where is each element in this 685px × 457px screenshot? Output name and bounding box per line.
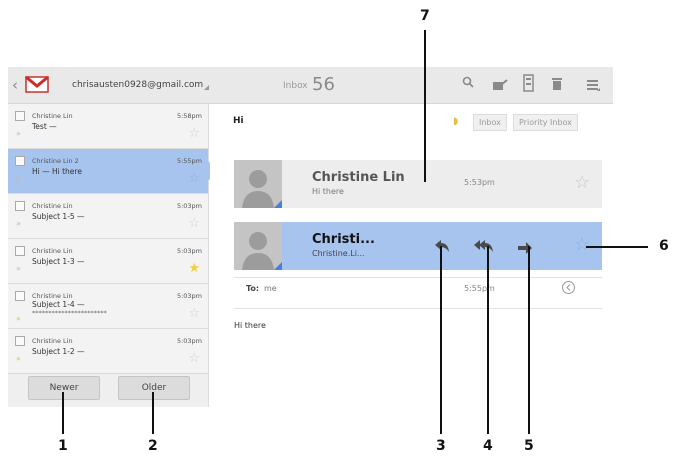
callout-1: 1 (58, 438, 68, 454)
callout-line-4 (487, 246, 489, 434)
list-item[interactable]: » Christine Lin Subject 1-4 — **********… (8, 284, 208, 329)
compose-icon[interactable] (492, 77, 508, 96)
unread-count: 56 (312, 74, 335, 95)
message-snippet: Hi there (312, 187, 344, 196)
row-checkbox[interactable] (15, 336, 25, 346)
row-time: 5:03pm (176, 202, 202, 210)
row-sender: Christine Lin (32, 292, 73, 300)
row-checkbox[interactable] (15, 156, 25, 166)
row-sender: Christine Lin (32, 112, 73, 120)
importance-marker-icon: » (16, 314, 21, 323)
row-snippet: *********************** (32, 309, 107, 317)
trash-icon[interactable] (552, 76, 562, 95)
importance-marker-icon: » (16, 174, 21, 183)
sender-name: Christine Lin (312, 170, 405, 185)
message-header[interactable]: Christine Lin Hi there 5:53pm ☆ (234, 160, 602, 208)
callout-6: 6 (659, 238, 669, 254)
menu-icon[interactable] (586, 77, 600, 96)
row-time: 5:55pm (176, 157, 202, 165)
row-time: 5:03pm (176, 292, 202, 300)
back-chevron-icon[interactable]: ‹ (12, 76, 18, 94)
conversation-list: » Christine Lin Test — 5:58pm ☆ » Christ… (8, 104, 218, 407)
row-checkbox[interactable] (15, 291, 25, 301)
callout-line-5 (528, 246, 530, 434)
reply-all-icon[interactable] (474, 238, 494, 257)
list-item[interactable]: » Christine Lin Subject 1-3 — 5:03pm ★ (8, 239, 208, 284)
list-item[interactable]: » Christine Lin 2 Hi — Hi there 5:55pm ☆ (8, 149, 218, 194)
reply-icon[interactable] (434, 238, 450, 257)
star-icon[interactable]: ☆ (188, 306, 200, 321)
label-inbox[interactable]: Inbox (473, 114, 507, 131)
row-sender: Christine Lin (32, 202, 73, 210)
sender-name: Christi... (312, 232, 375, 247)
row-subject: Hi — Hi there (32, 167, 82, 176)
callout-7: 7 (420, 8, 430, 24)
conversation-subject: Hi (233, 116, 244, 126)
search-icon[interactable] (462, 76, 475, 93)
message-time: 5:55pm (464, 284, 495, 293)
list-item[interactable]: » Christine Lin Test — 5:58pm ☆ (8, 104, 208, 149)
star-icon[interactable]: ★ (188, 261, 200, 276)
star-icon[interactable]: ☆ (188, 126, 200, 141)
chevron-right-icon: » (16, 129, 21, 138)
row-time: 5:03pm (176, 337, 202, 345)
row-subject: Subject 1-5 — (32, 212, 85, 221)
chevron-right-icon: » (16, 219, 21, 228)
callout-line-3 (440, 246, 442, 434)
message-header-selected[interactable]: Christi... Christine.Li... ☆ (234, 222, 602, 270)
list-item[interactable]: » Christine Lin Subject 1-5 — 5:03pm ☆ (8, 194, 208, 239)
gmail-logo-icon[interactable] (25, 75, 49, 93)
star-icon[interactable]: ☆ (188, 216, 200, 231)
star-icon[interactable]: ☆ (574, 234, 590, 255)
star-icon[interactable]: ☆ (188, 171, 200, 186)
callout-line-2 (152, 392, 154, 434)
callout-4: 4 (483, 438, 493, 454)
row-checkbox[interactable] (15, 201, 25, 211)
callout-line-7 (424, 30, 426, 182)
row-sender: Christine Lin (32, 247, 73, 255)
row-subject: Subject 1-2 — (32, 347, 85, 356)
callout-5: 5 (524, 438, 534, 454)
star-icon[interactable]: ☆ (188, 351, 200, 366)
callout-line-6 (586, 246, 648, 248)
newer-button[interactable]: Newer (28, 376, 100, 400)
older-button[interactable]: Older (118, 376, 190, 400)
row-sender: Christine Lin 2 (32, 157, 79, 165)
callout-3: 3 (436, 438, 446, 454)
row-checkbox[interactable] (15, 246, 25, 256)
top-bar: ‹ chrisausten0928@gmail.com Inbox 56 (8, 67, 613, 104)
avatar (234, 222, 282, 270)
message-pane: Hi ◗ Inbox Priority Inbox Christine Lin … (210, 104, 613, 407)
importance-marker-icon: » (16, 354, 21, 363)
account-dropdown-icon[interactable] (204, 85, 209, 90)
row-subject: Subject 1-4 — (32, 300, 85, 309)
importance-marker-icon: ◗ (453, 116, 459, 127)
avatar (234, 160, 282, 208)
folder-label: Inbox (283, 81, 308, 91)
to-label: To: (246, 284, 260, 293)
row-time: 5:58pm (176, 112, 202, 120)
list-item[interactable]: » Christine Lin Subject 1-2 — 5:03pm ☆ (8, 329, 208, 374)
label-priority-inbox[interactable]: Priority Inbox (513, 114, 578, 131)
star-icon[interactable]: ☆ (574, 172, 590, 193)
row-sender: Christine Lin (32, 337, 73, 345)
account-email[interactable]: chrisausten0928@gmail.com (72, 80, 203, 90)
row-checkbox[interactable] (15, 111, 25, 121)
message-snippet: Christine.Li... (312, 249, 365, 258)
callout-2: 2 (148, 438, 158, 454)
row-subject: Test — (32, 122, 57, 131)
labels-icon[interactable] (523, 74, 534, 96)
message-body: Hi there (234, 321, 266, 330)
details-toggle-icon[interactable] (561, 280, 576, 299)
callout-line-1 (62, 392, 64, 434)
row-subject: Subject 1-3 — (32, 257, 85, 266)
to-value: me (264, 284, 277, 293)
chevron-right-icon: » (16, 264, 21, 273)
message-time: 5:53pm (464, 178, 495, 187)
row-time: 5:03pm (176, 247, 202, 255)
